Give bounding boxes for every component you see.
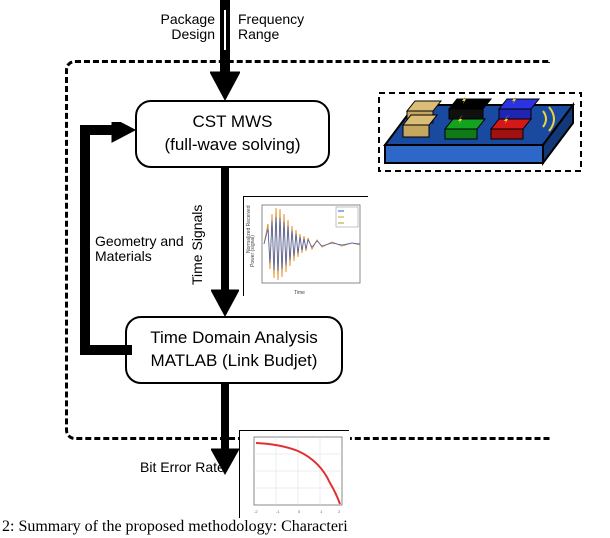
input-right-label: Frequency Range — [238, 12, 318, 43]
input-left-label: Package Design — [155, 12, 215, 43]
ber-chart: -2 -1 0 1 2 — [239, 430, 349, 518]
package-3d-illustration — [373, 55, 583, 185]
svg-text:Time: Time — [294, 290, 305, 296]
cst-mws-line2: (full-wave solving) — [164, 134, 300, 157]
output-label: Bit Error Rate — [140, 460, 225, 475]
cst-mws-line1: CST MWS — [193, 111, 273, 134]
input-split — [220, 10, 230, 50]
time-signal-chart: Normalized Received Power (signal) Time — [243, 196, 368, 296]
matlab-block: Time Domain Analysis MATLAB (Link Budjet… — [125, 316, 343, 384]
matlab-line2: MATLAB (Link Budjet) — [151, 350, 318, 373]
middle-arrow — [211, 168, 239, 318]
svg-text:Power (signal): Power (signal) — [250, 235, 256, 267]
matlab-line1: Time Domain Analysis — [150, 327, 318, 350]
diagram-canvas: Package Design Frequency Range CST MWS (… — [0, 0, 610, 538]
footer-caption: 2: Summary of the proposed methodology: … — [2, 518, 348, 536]
cst-mws-block: CST MWS (full-wave solving) — [135, 100, 330, 168]
feedback-label: Geometry and Materials — [95, 234, 205, 265]
